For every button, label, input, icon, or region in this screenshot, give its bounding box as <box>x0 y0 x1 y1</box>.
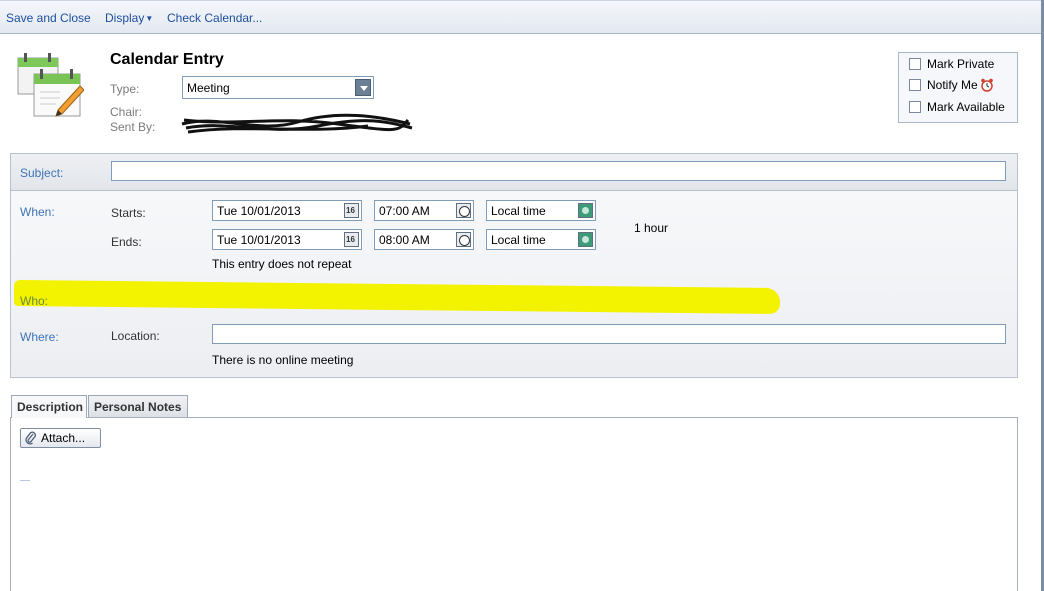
globe-icon[interactable] <box>578 232 593 247</box>
type-select-value: Meeting <box>187 81 230 95</box>
attach-label: Attach... <box>41 431 86 445</box>
starts-label: Starts: <box>111 206 146 220</box>
end-timezone-field[interactable]: Local time <box>486 229 596 250</box>
type-label: Type: <box>110 82 140 96</box>
start-time-value: 07:00 AM <box>379 204 430 218</box>
start-date-field[interactable]: Tue 10/01/2013 <box>212 200 362 221</box>
display-menu-button[interactable]: Display▼ <box>105 11 153 25</box>
notify-me-option[interactable]: Notify Me <box>909 78 994 92</box>
subject-label: Subject: <box>20 166 64 180</box>
alarm-clock-icon <box>980 78 993 92</box>
calendar-icon[interactable] <box>344 232 359 247</box>
start-timezone-value: Local time <box>491 204 546 218</box>
display-menu-label: Display <box>105 11 145 25</box>
end-time-field[interactable]: 08:00 AM <box>374 229 474 250</box>
globe-icon[interactable] <box>578 203 593 218</box>
save-and-close-button[interactable]: Save and Close <box>6 11 91 25</box>
chevron-down-icon[interactable] <box>355 79 371 96</box>
repeat-link[interactable]: This entry does not repeat <box>212 257 351 271</box>
online-meeting-link[interactable]: There is no online meeting <box>212 353 353 367</box>
tab-description[interactable]: Description <box>11 395 87 418</box>
paperclip-icon <box>25 431 36 445</box>
when-label: When: <box>20 205 55 219</box>
subject-input[interactable] <box>111 161 1006 181</box>
calendar-icon[interactable] <box>344 203 359 218</box>
check-calendar-button[interactable]: Check Calendar... <box>167 11 262 25</box>
options-panel: Mark Private Notify Me Mark Available <box>898 52 1018 123</box>
mark-private-option[interactable]: Mark Private <box>909 57 994 71</box>
end-date-field[interactable]: Tue 10/01/2013 <box>212 229 362 250</box>
chair-label: Chair: <box>110 105 143 119</box>
notify-me-checkbox[interactable] <box>909 79 921 91</box>
toolbar: Save and Close Display▼ Check Calendar..… <box>0 0 1044 34</box>
clock-icon[interactable] <box>456 232 471 247</box>
page-title: Calendar Entry <box>110 51 224 68</box>
duration-text: 1 hour <box>634 221 669 235</box>
end-date-value: Tue 10/01/2013 <box>217 233 301 247</box>
calendar-entry-icon <box>17 53 84 117</box>
redaction-scribble <box>181 113 413 134</box>
who-label: Who: <box>20 294 49 308</box>
tab-personal-notes[interactable]: Personal Notes <box>88 395 188 417</box>
mark-available-label: Mark Available <box>927 100 1005 114</box>
mark-private-label: Mark Private <box>927 57 995 71</box>
mark-private-checkbox[interactable] <box>909 58 921 70</box>
start-date-value: Tue 10/01/2013 <box>217 204 301 218</box>
notify-me-label: Notify Me <box>927 78 978 92</box>
chevron-down-icon: ▼ <box>145 14 154 23</box>
mark-available-option[interactable]: Mark Available <box>909 100 1005 114</box>
type-select[interactable]: Meeting <box>182 76 374 99</box>
clock-icon[interactable] <box>456 203 471 218</box>
start-timezone-field[interactable]: Local time <box>486 200 596 221</box>
description-editor[interactable] <box>10 417 1018 591</box>
editor-cursor <box>20 480 30 481</box>
location-input[interactable] <box>212 324 1006 344</box>
mark-available-checkbox[interactable] <box>909 101 921 113</box>
start-time-field[interactable]: 07:00 AM <box>374 200 474 221</box>
end-time-value: 08:00 AM <box>379 233 430 247</box>
attach-button[interactable]: Attach... <box>20 428 101 448</box>
ends-label: Ends: <box>111 235 142 249</box>
sent-by-label: Sent By: <box>110 120 156 134</box>
where-label: Where: <box>20 330 59 344</box>
location-label: Location: <box>111 329 160 343</box>
end-timezone-value: Local time <box>491 233 546 247</box>
